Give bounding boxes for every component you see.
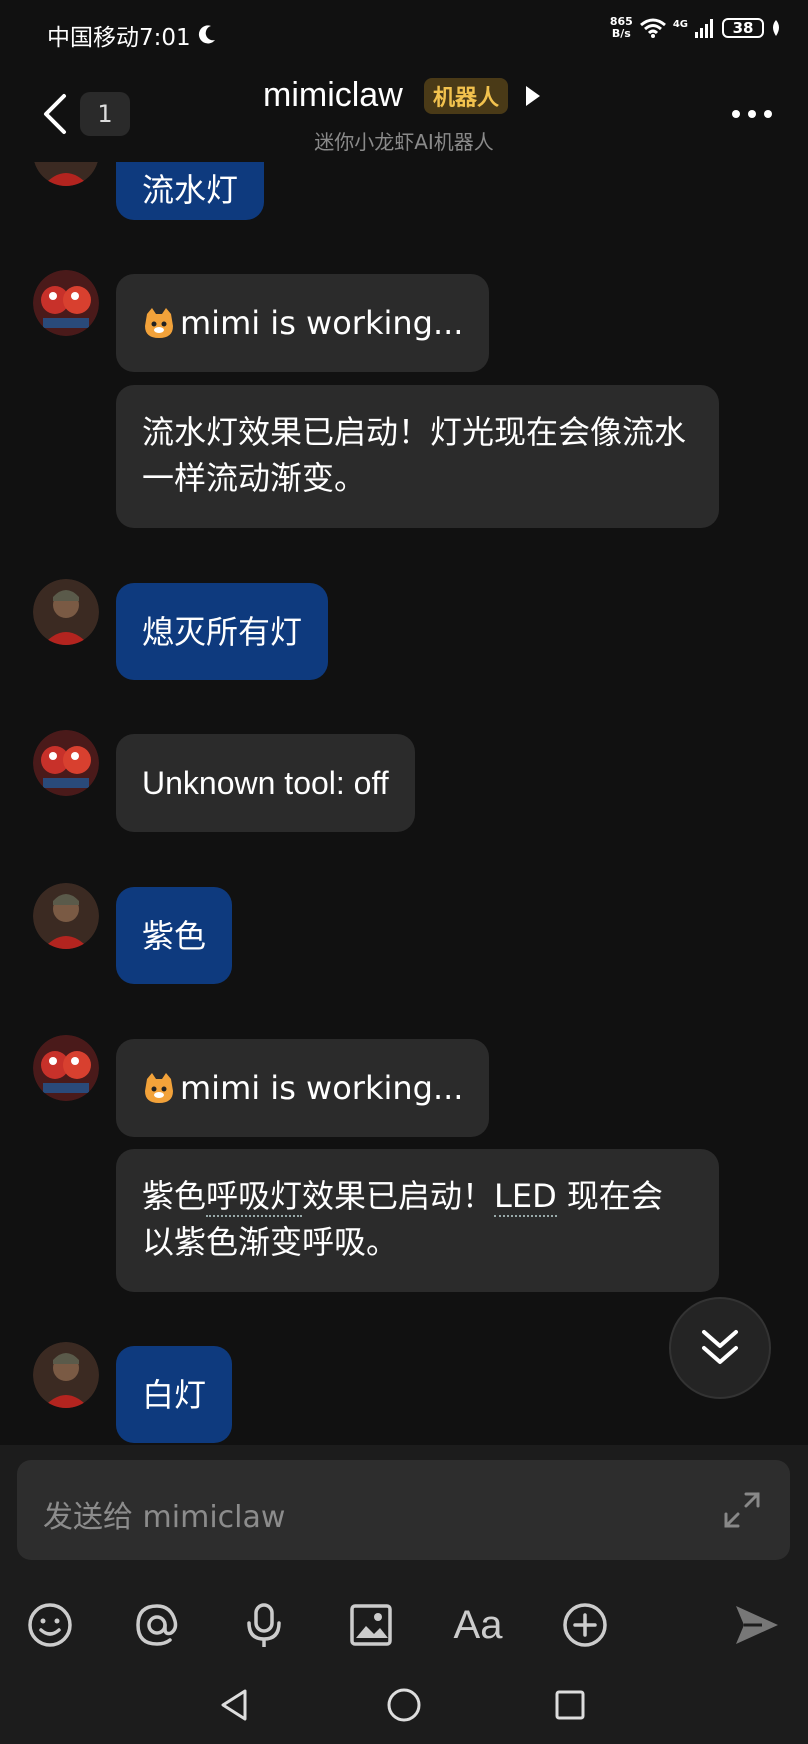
plus-icon xyxy=(563,1603,607,1647)
avatar-user[interactable] xyxy=(33,883,99,949)
send-icon xyxy=(736,1606,778,1644)
emoji-icon xyxy=(28,1603,72,1647)
more-options-icon[interactable] xyxy=(732,110,772,118)
send-button[interactable] xyxy=(727,1585,787,1665)
mention-icon xyxy=(136,1604,178,1646)
message-bubble-bot[interactable]: 流水灯效果已启动！灯光现在会像流水一样流动渐变。 xyxy=(116,385,719,528)
double-chevron-down-icon xyxy=(702,1330,738,1364)
message-list[interactable]: 流水灯 mimi is working... 流水灯效果已启动！灯光现在会像流水… xyxy=(0,0,808,1445)
scroll-to-bottom-button[interactable] xyxy=(671,1299,769,1397)
expand-icon[interactable] xyxy=(722,1490,762,1530)
cat-emoji-icon xyxy=(145,308,173,338)
nav-home-button[interactable] xyxy=(374,1675,434,1735)
message-bubble-bot[interactable]: 紫色呼吸灯效果已启动！LED 现在会以紫色渐变呼吸。 xyxy=(116,1149,719,1292)
image-icon xyxy=(350,1604,392,1646)
voice-button[interactable] xyxy=(234,1585,294,1665)
keyword-link[interactable]: 呼吸灯 xyxy=(206,1177,303,1217)
square-recents-icon xyxy=(555,1690,585,1720)
emoji-button[interactable] xyxy=(20,1585,80,1665)
message-bubble-bot[interactable]: mimi is working... xyxy=(116,1039,490,1137)
nav-recents-button[interactable] xyxy=(540,1675,600,1735)
nav-back-button[interactable] xyxy=(205,1675,265,1735)
message-bubble-bot[interactable]: Unknown tool: off xyxy=(116,734,415,832)
input-placeholder: 发送给 mimiclaw xyxy=(43,1500,286,1535)
composer-area: 发送给 mimiclaw Aa xyxy=(0,1445,808,1744)
keyword-link[interactable]: LED xyxy=(494,1177,557,1217)
message-bubble-bot[interactable]: mimi is working... xyxy=(116,274,490,372)
avatar-user[interactable] xyxy=(33,1342,99,1408)
chat-subtitle: 迷你小龙虾AI机器人 xyxy=(314,130,494,154)
microphone-icon xyxy=(247,1603,281,1647)
mention-button[interactable] xyxy=(127,1585,187,1665)
image-button[interactable] xyxy=(341,1585,401,1665)
cat-emoji-icon xyxy=(145,1073,173,1103)
circle-home-icon xyxy=(387,1688,421,1722)
chat-title[interactable]: mimiclaw xyxy=(263,76,403,115)
avatar-user[interactable] xyxy=(33,579,99,645)
triangle-back-icon xyxy=(221,1689,247,1721)
chat-header: 1 mimiclaw 机器人 迷你小龙虾AI机器人 xyxy=(0,66,808,162)
font-icon: Aa xyxy=(453,1602,503,1647)
font-button[interactable]: Aa xyxy=(448,1585,508,1665)
message-bubble-user[interactable]: 熄灭所有灯 xyxy=(116,583,329,680)
input-toolbar: Aa xyxy=(0,1585,808,1665)
avatar-bot[interactable] xyxy=(33,730,99,796)
avatar-bot[interactable] xyxy=(33,270,99,336)
message-input[interactable]: 发送给 mimiclaw xyxy=(17,1460,790,1560)
message-bubble-user[interactable]: 白灯 xyxy=(116,1346,233,1443)
avatar-bot[interactable] xyxy=(33,1035,99,1101)
message-bubble-user[interactable]: 紫色 xyxy=(116,887,233,984)
system-nav-bar xyxy=(0,1675,808,1744)
robot-tag[interactable]: 机器人 xyxy=(424,78,509,114)
more-actions-button[interactable] xyxy=(555,1585,615,1665)
play-arrow-icon[interactable] xyxy=(526,86,540,106)
